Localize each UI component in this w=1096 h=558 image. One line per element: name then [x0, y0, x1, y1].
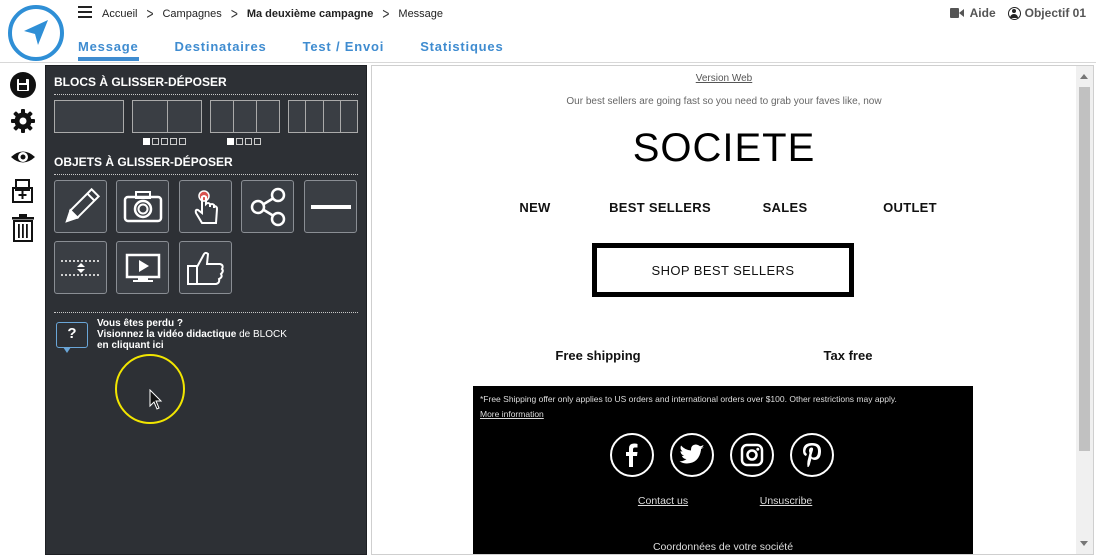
breadcrumb: Accueil > Campagnes > Ma deuxième campag…: [102, 4, 444, 24]
app-logo[interactable]: [8, 5, 64, 61]
scroll-up-icon[interactable]: [1080, 74, 1088, 79]
nav-best-sellers[interactable]: BEST SELLERS: [609, 200, 711, 215]
eye-icon[interactable]: [10, 144, 36, 170]
block-2-variants-pager[interactable]: [143, 138, 188, 145]
video-icon[interactable]: [116, 241, 169, 294]
scroll-down-icon[interactable]: [1080, 541, 1088, 546]
tab-statistiques[interactable]: Statistiques: [420, 39, 503, 60]
app-window: Accueil > Campagnes > Ma deuxième campag…: [0, 0, 1096, 558]
tutorial-help[interactable]: ? Vous êtes perdu ? Visionnez la vidéo d…: [56, 318, 356, 358]
pointer-hand-icon[interactable]: [179, 180, 232, 233]
video-camera-icon[interactable]: [949, 8, 964, 18]
breadcrumb-home[interactable]: Accueil: [102, 8, 137, 20]
blocks-divider: [54, 94, 358, 95]
objects-divider: [54, 174, 358, 175]
drag-drop-panel: BLOCS À GLISSER-DÉPOSER OBJETS À GLISSER…: [45, 65, 367, 555]
help-line-2a: Visionnez la vidéo: [97, 329, 187, 340]
help-line-2b: didactique: [186, 329, 237, 340]
chevron-right-icon: >: [146, 4, 154, 24]
pinterest-icon[interactable]: [790, 433, 834, 477]
mouse-pointer-icon: [149, 389, 163, 410]
preview-scrollbar[interactable]: [1076, 66, 1093, 554]
camera-icon[interactable]: [116, 180, 169, 233]
block-1-column[interactable]: [54, 100, 124, 133]
question-bubble-icon: ?: [56, 322, 88, 353]
perk-free-shipping: Free shipping: [555, 348, 641, 363]
objects-title: OBJETS À GLISSER-DÉPOSER: [54, 155, 233, 169]
tutorial-help-text[interactable]: Vous êtes perdu ? Visionnez la vidéo did…: [97, 318, 287, 351]
help-line-2c: de BLOCK: [236, 329, 287, 340]
nav-outlet[interactable]: OUTLET: [883, 200, 937, 215]
help-line-3: en cliquant ici: [97, 340, 164, 351]
thumbs-up-icon[interactable]: [179, 241, 232, 294]
chevron-right-icon: >: [382, 4, 390, 24]
chevron-right-icon: >: [230, 4, 238, 24]
user-name[interactable]: Objectif 01: [1025, 6, 1086, 20]
menu-icon[interactable]: [78, 6, 92, 18]
breadcrumb-message: Message: [398, 8, 444, 20]
footer-disclaimer: *Free Shipping offer only applies to US …: [480, 394, 897, 404]
blocks-title: BLOCS À GLISSER-DÉPOSER: [54, 75, 227, 89]
instagram-icon[interactable]: [730, 433, 774, 477]
tab-message[interactable]: Message: [78, 39, 139, 61]
scroll-thumb[interactable]: [1079, 87, 1090, 451]
perk-tax-free: Tax free: [823, 348, 873, 363]
brand-title: SOCIETE: [632, 126, 816, 170]
nav-new[interactable]: NEW: [519, 200, 550, 215]
email-preview: Version Web Our best sellers are going f…: [371, 65, 1094, 555]
gear-icon[interactable]: [10, 108, 36, 134]
spacer-icon[interactable]: [54, 241, 107, 294]
divider-line-icon[interactable]: [304, 180, 357, 233]
breadcrumb-campaigns[interactable]: Campagnes: [162, 8, 221, 20]
version-web-link[interactable]: Version Web: [372, 73, 1076, 84]
help-line-1: Vous êtes perdu ?: [97, 318, 183, 329]
header-actions: Aide Objectif 01: [949, 6, 1086, 20]
help-divider: [54, 312, 358, 313]
help-link[interactable]: Aide: [970, 6, 996, 20]
tab-destinataires[interactable]: Destinataires: [175, 39, 267, 60]
block-4-columns[interactable]: [288, 100, 358, 133]
user-icon[interactable]: [1007, 6, 1021, 20]
tab-test-envoi[interactable]: Test / Envoi: [303, 39, 385, 60]
facebook-icon[interactable]: [610, 433, 654, 477]
nav-sales[interactable]: SALES: [763, 200, 808, 215]
compass-arrow-icon: [24, 20, 48, 45]
trash-icon[interactable]: [10, 214, 36, 242]
contact-us-link[interactable]: Contact us: [638, 495, 688, 507]
block-3-columns[interactable]: [210, 100, 280, 133]
main-tabs: Message Destinataires Test / Envoi Stati…: [78, 39, 540, 61]
pencil-icon[interactable]: [54, 180, 107, 233]
email-footer: *Free Shipping offer only applies to US …: [473, 386, 973, 554]
shop-best-sellers-button[interactable]: SHOP BEST SELLERS: [592, 243, 854, 297]
share-icon[interactable]: [241, 180, 294, 233]
unsubscribe-link[interactable]: Unsuscribe: [760, 495, 813, 507]
more-information-link[interactable]: More information: [480, 409, 544, 419]
header-divider: [0, 62, 1096, 63]
block-2-columns[interactable]: [132, 100, 202, 133]
twitter-icon[interactable]: [670, 433, 714, 477]
company-address: Coordonnées de votre société: [652, 541, 794, 553]
save-icon[interactable]: [10, 72, 36, 98]
breadcrumb-campaign[interactable]: Ma deuxième campagne: [247, 8, 374, 20]
editor-toolbar: [4, 66, 42, 554]
add-page-icon[interactable]: [10, 178, 36, 204]
email-canvas: Version Web Our best sellers are going f…: [372, 66, 1076, 554]
preheader-text: Our best sellers are going fast so you n…: [566, 96, 882, 107]
block-3-variants-pager[interactable]: [227, 138, 263, 145]
